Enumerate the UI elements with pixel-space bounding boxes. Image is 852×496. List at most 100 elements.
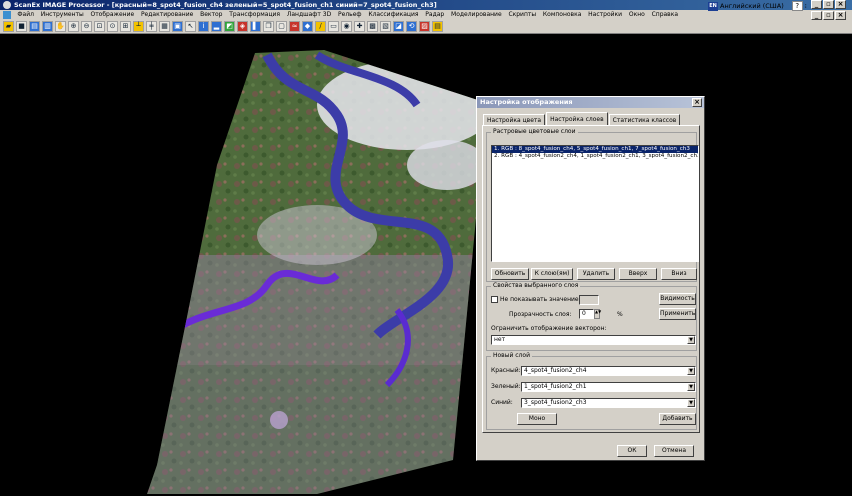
zoom-in-icon[interactable]: ⊕	[68, 21, 79, 32]
grid-icon[interactable]: ╪	[146, 21, 157, 32]
lang-code-badge[interactable]: EN	[708, 1, 718, 11]
chevron-down-icon[interactable]: ▼	[687, 336, 695, 344]
line-icon[interactable]: ∕	[315, 21, 326, 32]
copy-icon[interactable]: ❐	[263, 21, 274, 32]
vector-icon[interactable]: ◆	[302, 21, 313, 32]
hide-value-field[interactable]	[579, 295, 599, 305]
add-button[interactable]: Добавить	[659, 413, 696, 425]
save-icon[interactable]: ■	[16, 21, 27, 32]
layers-icon[interactable]: ▥	[42, 21, 53, 32]
go-to-layer-button[interactable]: К слою(ям)	[531, 268, 573, 280]
paste-icon[interactable]: ▢	[276, 21, 287, 32]
dialog-title-bar[interactable]: Настройка отображения ×	[477, 97, 704, 108]
transparency-input[interactable]: 0	[579, 309, 594, 319]
visibility-button[interactable]: Видимость	[659, 293, 696, 305]
highlight-icon[interactable]: ▨	[419, 21, 430, 32]
hide-value-checkbox[interactable]	[491, 296, 498, 303]
transparency-spinner[interactable]: ▲▼	[594, 309, 601, 319]
chart-icon[interactable]: ◩	[224, 21, 235, 32]
menu-edit[interactable]: Редактирование	[138, 10, 197, 20]
ok-button[interactable]: ОК	[617, 445, 647, 457]
chevron-down-icon[interactable]: ▼	[687, 367, 695, 375]
chart2-icon[interactable]: ◪	[393, 21, 404, 32]
child-minimize-button[interactable]: _	[811, 10, 822, 20]
delete-button[interactable]: Удалить	[577, 268, 615, 280]
menu-relief[interactable]: Рельеф	[335, 10, 365, 20]
app-maximize-button[interactable]: ▫	[823, 0, 834, 9]
grid2-icon[interactable]: ▩	[367, 21, 378, 32]
menu-radar[interactable]: Радар	[422, 10, 448, 20]
menu-window[interactable]: Окно	[625, 10, 648, 20]
app-title: ScanEx IMAGE Processor - [красный=8_spot…	[14, 1, 437, 9]
menu-help[interactable]: Справка	[648, 10, 681, 20]
cursor-icon[interactable]: ↖	[185, 21, 196, 32]
menu-classification[interactable]: Классификация	[365, 10, 422, 20]
zoom-fit-icon[interactable]: ⊙	[107, 21, 118, 32]
menu-transform[interactable]: Трансформация	[226, 10, 284, 20]
lang-options-icon[interactable]: ⁝	[805, 2, 807, 10]
tab-color-settings[interactable]: Настройка цвета	[483, 114, 546, 125]
rect-icon[interactable]: ▭	[328, 21, 339, 32]
refresh-button[interactable]: Обновить	[491, 268, 529, 280]
ruler-icon[interactable]: ┴	[133, 21, 144, 32]
window-icon[interactable]: ▣	[172, 21, 183, 32]
menu-scripts[interactable]: Скрипты	[505, 10, 539, 20]
zoom-extent-icon[interactable]: ⊞	[120, 21, 131, 32]
green-channel-select[interactable]: 1_spot4_fusion2_ch1 ▼	[521, 382, 696, 392]
chevron-down-icon[interactable]: ▼	[687, 383, 695, 391]
list-item[interactable]: 2. RGB : 4_spot4_fusion2_ch4, 1_spot4_fu…	[492, 153, 698, 160]
red-label: Красный:	[491, 367, 521, 374]
image-workspace[interactable]	[17, 35, 852, 494]
mono-button[interactable]: Моно	[517, 413, 557, 425]
list-item[interactable]: 1. RGB : 8_spot4_fusion_ch4, 5_spot4_fus…	[492, 146, 698, 153]
palette-icon[interactable]: ◈	[237, 21, 248, 32]
zoom-box-icon[interactable]: ⊡	[94, 21, 105, 32]
overview-icon[interactable]: ▦	[159, 21, 170, 32]
tab-class-statistics[interactable]: Статистика классов	[608, 114, 681, 125]
histogram-icon[interactable]: ▂	[211, 21, 222, 32]
new-layer-group: Новый слой Красный: 4_spot4_fusion2_ch4 …	[486, 352, 697, 430]
help-icon[interactable]: ?	[791, 1, 803, 11]
child-close-button[interactable]: ×	[835, 10, 846, 20]
menu-file[interactable]: Файл	[14, 10, 37, 20]
menu-landscape3d[interactable]: Ландшафт 3D	[283, 10, 334, 20]
chevron-down-icon[interactable]: ▼	[687, 399, 695, 407]
pan-hand-icon[interactable]: ✋	[55, 21, 66, 32]
menu-tools[interactable]: Инструменты	[37, 10, 87, 20]
blue-channel-select[interactable]: 3_spot4_fusion2_ch3 ▼	[521, 398, 696, 408]
document-icon[interactable]	[3, 11, 11, 19]
dialog-title: Настройка отображения	[480, 98, 573, 106]
apply-button[interactable]: Применить	[659, 308, 696, 320]
language-label[interactable]: Английский (США)	[720, 2, 784, 10]
menu-layout[interactable]: Компоновка	[540, 10, 585, 20]
table-icon[interactable]: ▤	[432, 21, 443, 32]
color-icon[interactable]: ▤	[29, 21, 40, 32]
satellite-image[interactable]	[17, 35, 852, 494]
new-layer-label: Новый слой	[491, 352, 532, 360]
open-folder-icon[interactable]: ▰	[3, 21, 14, 32]
menu-view[interactable]: Отображение	[87, 10, 137, 20]
dialog-close-button[interactable]: ×	[692, 98, 702, 107]
move-down-button[interactable]: Вниз	[661, 268, 697, 280]
child-restore-button[interactable]: ▫	[823, 10, 834, 20]
menu-modeling[interactable]: Моделирование	[448, 10, 505, 20]
restrict-vector-select[interactable]: нет ▼	[491, 335, 696, 345]
app-minimize-button[interactable]: _	[811, 0, 822, 9]
spectral-icon[interactable]: ≈	[289, 21, 300, 32]
zoom-out-icon[interactable]: ⊖	[81, 21, 92, 32]
target-icon[interactable]: ◉	[341, 21, 352, 32]
cancel-button[interactable]: Отмена	[654, 445, 694, 457]
stack-icon[interactable]: ▌	[250, 21, 261, 32]
move-up-button[interactable]: Вверх	[619, 268, 657, 280]
layout-icon[interactable]: ▧	[380, 21, 391, 32]
crosshair-icon[interactable]: ✚	[354, 21, 365, 32]
menu-settings[interactable]: Настройки	[585, 10, 626, 20]
raster-layers-list[interactable]: 1. RGB : 8_spot4_fusion_ch4, 5_spot4_fus…	[491, 145, 699, 262]
child-window-controls: _ ▫ ×	[811, 10, 846, 20]
app-close-button[interactable]: ×	[835, 0, 846, 9]
menu-vector[interactable]: Вектор	[197, 10, 226, 20]
info-icon[interactable]: i	[198, 21, 209, 32]
sync-icon[interactable]: ⟲	[406, 21, 417, 32]
red-channel-select[interactable]: 4_spot4_fusion2_ch4 ▼	[521, 366, 696, 376]
tab-layer-settings[interactable]: Настройка слоев	[546, 112, 608, 125]
